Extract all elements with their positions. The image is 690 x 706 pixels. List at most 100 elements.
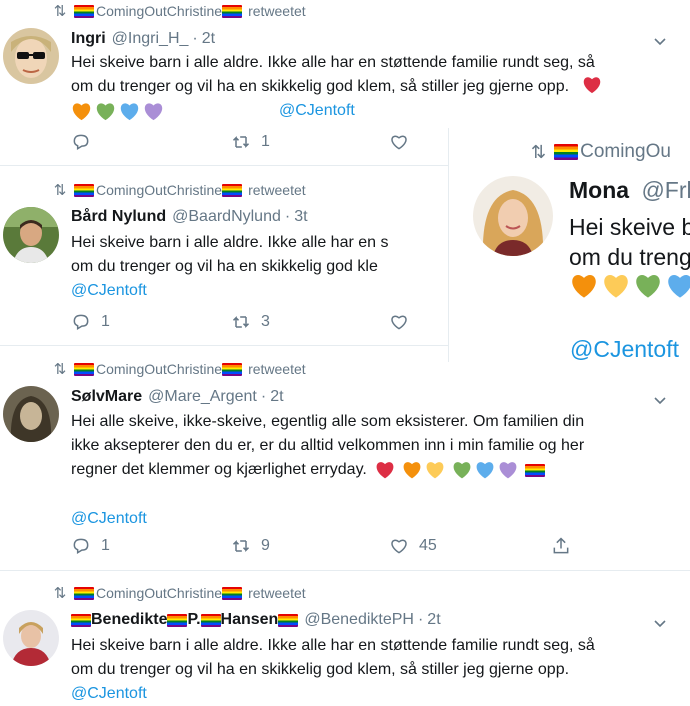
heart-emoji-row: @CJentoft	[71, 99, 602, 123]
tweet-line: om du trenger og vil ha en skikkelig god…	[71, 75, 602, 99]
like-button[interactable]: 45	[389, 536, 437, 556]
tweet-line: regner det klemmer og kjærlighet erryday…	[71, 458, 584, 482]
retweet-icon: ⇅	[53, 585, 67, 602]
mention-link[interactable]: @CJentoft	[71, 279, 423, 303]
rainbow-flag-icon	[167, 613, 188, 627]
tweet-time[interactable]: 2t	[427, 611, 440, 629]
tweet-line: Hei skeive b	[569, 214, 690, 240]
tweet-text: Hei skeive barn i alle aldre. Ikke alle …	[71, 634, 595, 706]
avatar[interactable]	[3, 28, 59, 84]
divider	[0, 345, 448, 346]
dot-separator: ·	[284, 208, 291, 225]
tweet-text: Hei skeive barn i alle aldre. Ikke alle …	[71, 51, 602, 123]
heart-outline-icon	[391, 135, 407, 150]
tweet-header: Bård Nylund @BaardNylund · 3t	[71, 208, 308, 226]
retweet-icon	[232, 540, 250, 552]
display-name[interactable]: SølvMare	[71, 388, 142, 406]
rainbow-flag-icon	[222, 586, 243, 600]
user-handle[interactable]: @Ingri_H_	[112, 30, 189, 48]
display-name-part[interactable]: Hansen	[221, 611, 279, 629]
mention-link[interactable]: @CJentoft	[71, 682, 595, 706]
reply-button[interactable]	[71, 132, 91, 152]
avatar[interactable]	[473, 176, 553, 256]
like-button[interactable]	[389, 312, 409, 332]
tweet-text: Hei skeive barn i alle aldre. Ikke alle …	[71, 231, 423, 303]
retweet-context: ⇅ ComingOutChristine retweetet	[52, 181, 306, 199]
display-name-part[interactable]: Benedikte	[91, 611, 167, 629]
rainbow-flag-icon	[222, 183, 243, 197]
rainbow-flag-icon	[74, 4, 94, 18]
red-heart-icon	[583, 77, 600, 94]
tweet-line: om du trenger og vil ha en skikkelig god…	[71, 661, 570, 678]
user-handle[interactable]: @Mare_Argent	[148, 388, 257, 406]
overlapping-tweet-card[interactable]: ⇅ ComingOu Mona @Frl Hei skeive b om du …	[448, 128, 690, 362]
reply-button[interactable]: 1	[71, 312, 110, 332]
retweet-context: ⇅ ComingOutChristine retweetet	[52, 584, 306, 602]
display-name-part[interactable]: P.	[187, 611, 200, 629]
retweet-icon: ⇅	[531, 141, 547, 162]
reply-button[interactable]: 1	[71, 536, 110, 556]
orange-heart-icon	[572, 274, 596, 298]
dot-separator: ·	[192, 30, 198, 47]
tweet-time[interactable]: 3t	[294, 208, 307, 226]
retweeter-name[interactable]: ComingOutChristine	[96, 585, 222, 601]
rainbow-flag-icon	[222, 362, 243, 376]
display-name[interactable]: Ingri	[71, 30, 106, 48]
mention-link[interactable]: @CJentoft	[570, 336, 679, 362]
green-heart-icon	[453, 462, 471, 479]
mention-link[interactable]: @CJentoft	[71, 507, 584, 531]
retweet-label: retweetet	[248, 182, 306, 198]
chevron-down-icon[interactable]	[654, 616, 666, 628]
tweet-time[interactable]: 2t	[270, 388, 283, 406]
reply-icon	[73, 538, 89, 554]
rainbow-flag-icon	[524, 463, 545, 477]
display-name[interactable]: Mona	[569, 177, 629, 203]
tweet-line: Hei skeive barn i alle aldre. Ikke alle …	[71, 637, 595, 654]
green-heart-icon	[96, 102, 115, 120]
avatar[interactable]	[3, 386, 59, 442]
tweet-header: Mona @Frl	[569, 177, 690, 204]
blue-heart-icon	[120, 102, 139, 120]
user-handle[interactable]: @BenediktePH	[304, 611, 414, 629]
rainbow-flag-icon	[554, 144, 579, 160]
orange-heart-icon	[72, 102, 91, 120]
green-heart-icon	[636, 274, 660, 298]
retweet-count: 9	[261, 537, 270, 554]
purple-heart-icon	[144, 102, 163, 120]
avatar[interactable]	[3, 207, 59, 263]
heart-emoji-row	[570, 273, 690, 299]
retweeter-name[interactable]: ComingOutChristine	[96, 361, 222, 377]
retweet-button[interactable]: 9	[231, 536, 270, 556]
divider	[0, 165, 448, 166]
tweet-line: om du trenger og vil ha en skikkelig god…	[71, 258, 378, 275]
share-icon	[553, 537, 569, 554]
chevron-down-icon[interactable]	[654, 393, 666, 405]
dot-separator: ·	[260, 388, 267, 405]
dot-separator: ·	[417, 611, 424, 628]
retweet-count: 3	[261, 313, 270, 330]
mention-link[interactable]: @CJentoft	[279, 99, 355, 123]
user-handle[interactable]: @Frl	[641, 177, 690, 203]
retweet-button[interactable]: 3	[231, 312, 270, 332]
tweet-header: Benedikte P. Hansen @BenediktePH · 2t	[71, 611, 441, 629]
chevron-down-icon[interactable]	[654, 34, 666, 46]
rainbow-flag-icon	[278, 613, 299, 627]
retweeter-name[interactable]: ComingOutChristine	[96, 3, 222, 19]
tweet-line: Hei alle skeive, ikke-skeive, egentlig a…	[71, 413, 585, 430]
retweet-button[interactable]: 1	[231, 132, 270, 152]
rainbow-flag-icon	[200, 613, 221, 627]
retweeter-name[interactable]: ComingOu	[580, 141, 671, 163]
user-handle[interactable]: @BaardNylund	[172, 208, 281, 226]
reply-icon	[73, 134, 89, 150]
retweet-label: retweetet	[248, 361, 306, 377]
avatar[interactable]	[3, 610, 59, 666]
like-count: 45	[419, 537, 437, 554]
reply-icon	[73, 314, 89, 330]
blue-heart-icon	[476, 462, 494, 479]
like-button[interactable]	[389, 132, 409, 152]
retweeter-name[interactable]: ComingOutChristine	[96, 182, 222, 198]
display-name[interactable]: Bård Nylund	[71, 208, 166, 226]
tweet-text: Hei skeive b om du treng	[569, 212, 690, 272]
tweet-time[interactable]: 2t	[202, 30, 215, 48]
share-button[interactable]	[551, 536, 571, 556]
